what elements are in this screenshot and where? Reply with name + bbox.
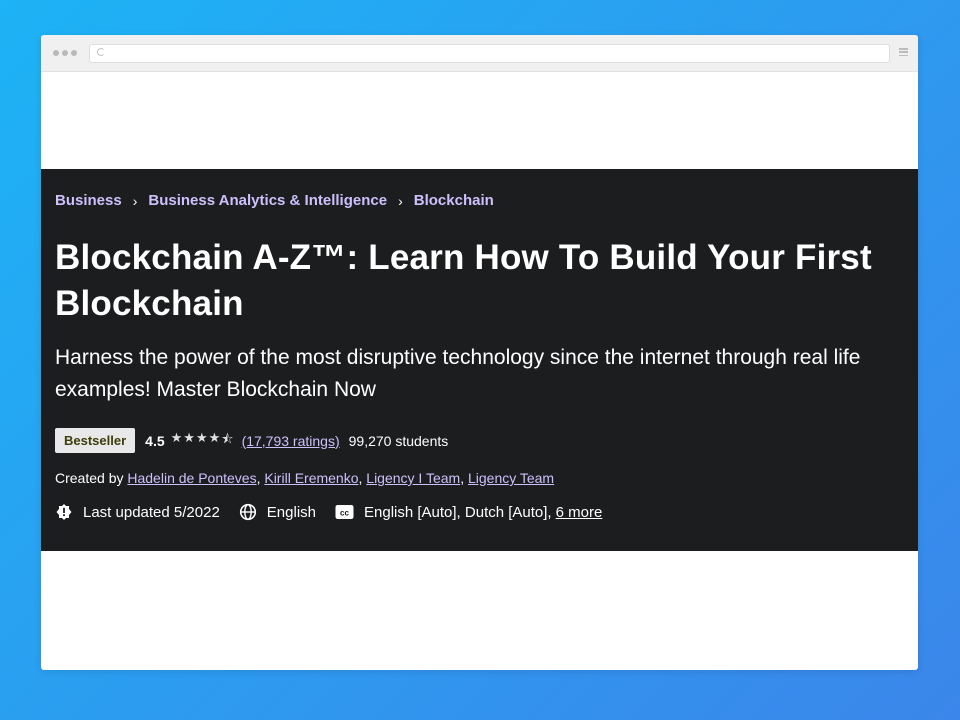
last-updated: Last updated 5/2022 bbox=[55, 503, 220, 521]
instructor-link[interactable]: Ligency I Team bbox=[366, 470, 460, 486]
star-full-icon: ★ bbox=[208, 429, 222, 445]
star-full-icon: ★ bbox=[170, 429, 184, 445]
breadcrumb-item-business-analytics[interactable]: Business Analytics & Intelligence bbox=[148, 192, 387, 209]
svg-text:cc: cc bbox=[340, 508, 349, 517]
browser-window: Business › Business Analytics & Intellig… bbox=[41, 35, 918, 670]
course-headline: Harness the power of the most disruptive… bbox=[55, 346, 861, 401]
star-full-icon: ★ bbox=[183, 429, 196, 445]
chevron-right-icon: › bbox=[132, 192, 138, 209]
captions-more-link[interactable]: 6 more bbox=[556, 504, 603, 521]
closed-captions-icon: cc bbox=[335, 505, 354, 519]
instructor-link[interactable]: Hadelin de Ponteves bbox=[127, 470, 256, 486]
course-meta-row: Last updated 5/2022 English cc English [… bbox=[55, 503, 621, 521]
created-by-label: Created by bbox=[55, 470, 124, 486]
language-text: English bbox=[266, 503, 316, 521]
ratings-count-link[interactable]: (17,793 ratings) bbox=[242, 433, 340, 449]
window-dot-minimize[interactable] bbox=[62, 50, 68, 56]
rating-row: Bestseller 4.5 ★ ★ ★ ★ ⯪ (17,793 ratings) 99… bbox=[55, 428, 448, 453]
course-captions: cc English [Auto], Dutch [Auto], 6 more bbox=[335, 504, 602, 521]
menu-icon[interactable] bbox=[899, 48, 908, 56]
window-controls bbox=[53, 50, 77, 56]
browser-toolbar bbox=[41, 35, 918, 72]
window-dot-close[interactable] bbox=[53, 50, 59, 56]
bestseller-badge: Bestseller bbox=[55, 428, 136, 453]
star-rating: ★ ★ ★ ★ ⯪ bbox=[171, 430, 235, 452]
star-full-icon: ★ bbox=[195, 429, 209, 445]
rating-value: 4.5 bbox=[145, 432, 165, 449]
created-by-row: Created by Hadelin de Ponteves, Kirill E… bbox=[55, 470, 555, 486]
alert-badge-icon bbox=[56, 504, 72, 520]
chevron-right-icon: › bbox=[398, 192, 403, 209]
instructor-link[interactable]: Kirill Eremenko bbox=[264, 470, 358, 486]
last-updated-text: Last updated 5/2022 bbox=[83, 503, 220, 521]
course-title: Blockchain A-Z™: Learn How To Build Your… bbox=[55, 238, 872, 323]
course-hero: Business › Business Analytics & Intellig… bbox=[41, 169, 918, 551]
course-language: English bbox=[239, 503, 316, 521]
breadcrumb-item-business[interactable]: Business bbox=[55, 192, 122, 209]
window-dot-maximize[interactable] bbox=[71, 50, 77, 56]
globe-icon bbox=[239, 503, 256, 521]
star-half-icon: ⯪ bbox=[221, 430, 235, 446]
students-count: 99,270 students bbox=[348, 432, 449, 449]
instructor-link[interactable]: Ligency Team bbox=[468, 470, 554, 486]
address-bar[interactable] bbox=[89, 44, 890, 63]
breadcrumb-item-blockchain[interactable]: Blockchain bbox=[414, 192, 494, 209]
breadcrumb: Business › Business Analytics & Intellig… bbox=[55, 192, 494, 209]
captions-text: English [Auto], Dutch [Auto], bbox=[364, 503, 552, 521]
reload-icon[interactable] bbox=[97, 48, 105, 56]
